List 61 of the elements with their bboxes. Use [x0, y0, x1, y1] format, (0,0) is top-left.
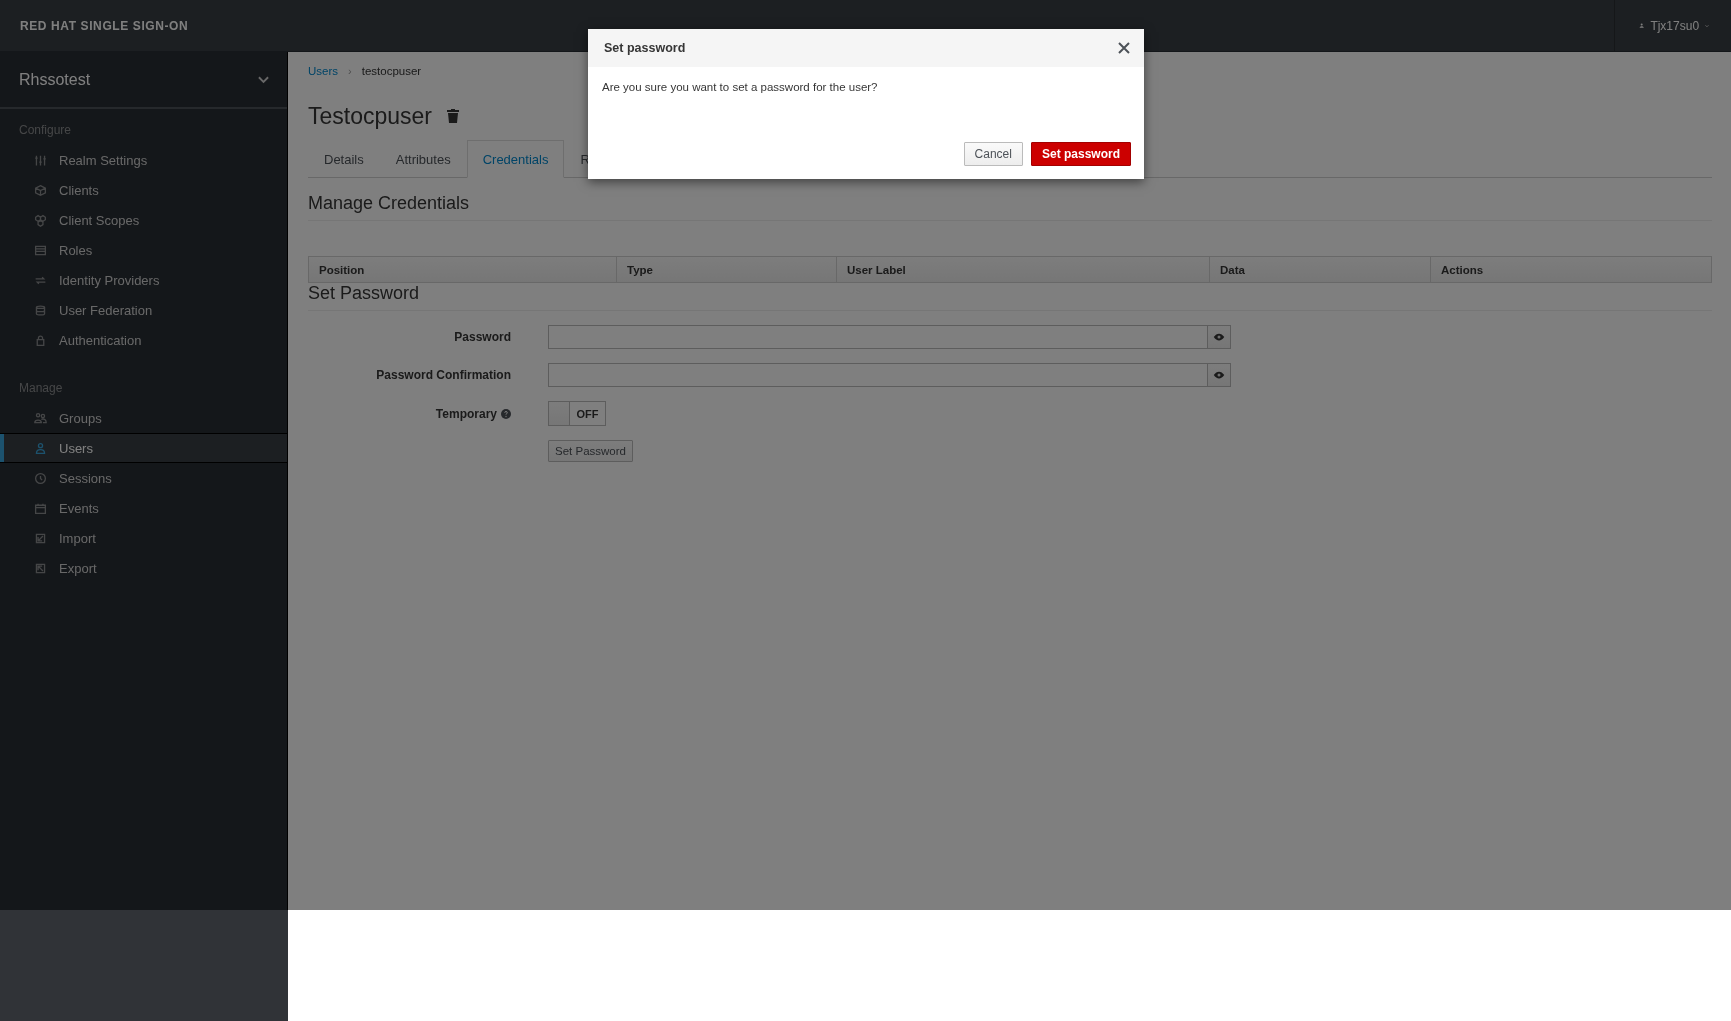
menu-icon: [34, 441, 47, 455]
brand-logo: RED HAT SINGLE SIGN-ON: [20, 18, 189, 33]
chevron-down-icon: [258, 75, 269, 84]
eye-icon: [1213, 333, 1225, 341]
field-label: Temporary: [435, 406, 497, 421]
dialog-title: Set password: [604, 41, 686, 55]
confirm-button[interactable]: Set password: [1030, 142, 1131, 166]
password-field[interactable]: [548, 363, 1208, 387]
column-header: User Label: [837, 257, 1210, 282]
tab[interactable]: Attributes: [379, 140, 467, 178]
section-heading: Manage Credentials: [308, 193, 1712, 221]
sidebar-item[interactable]: Import: [0, 523, 287, 553]
menu-icon: [34, 561, 47, 575]
menu-icon: [34, 243, 47, 257]
help-icon[interactable]: [501, 408, 511, 419]
sidebar-item[interactable]: Roles: [0, 235, 287, 265]
show-password-button[interactable]: [1208, 325, 1231, 349]
sidebar-item[interactable]: Clients: [0, 175, 287, 205]
menu-icon: [34, 531, 47, 545]
menu-icon: [34, 213, 47, 227]
sidebar-item[interactable]: Realm Settings: [0, 145, 287, 175]
breadcrumb-link[interactable]: Users: [308, 65, 339, 77]
menu-icon: [34, 501, 47, 515]
column-header: Actions: [1440, 262, 1485, 278]
sidebar-item[interactable]: Groups: [0, 403, 287, 433]
set-password-button[interactable]: Set Password: [548, 440, 633, 462]
menu-icon: [34, 183, 47, 197]
sidebar-item[interactable]: Export: [0, 553, 287, 583]
menu-icon: [34, 333, 47, 347]
breadcrumb-current: testocpuser: [361, 65, 422, 77]
column-header: Data: [1210, 257, 1431, 282]
sidebar-item[interactable]: Identity Providers: [0, 265, 287, 295]
menu-icon: [34, 303, 47, 317]
section-heading: Set Password: [308, 283, 1712, 311]
column-header: Type: [617, 257, 837, 282]
password-field[interactable]: [548, 325, 1208, 349]
close-icon: [1118, 42, 1130, 54]
sidebar-item[interactable]: Events: [0, 493, 287, 523]
close-button[interactable]: [1116, 40, 1132, 56]
toggle-switch[interactable]: OFF: [548, 401, 606, 426]
menu-icon: [34, 153, 47, 167]
sidebar-item[interactable]: Client Scopes: [0, 205, 287, 235]
cancel-button[interactable]: Cancel: [963, 142, 1023, 166]
page-title: Testocpuser: [308, 102, 432, 130]
field-label: Password: [454, 330, 511, 344]
eye-icon: [1213, 371, 1225, 379]
sidebar-item[interactable]: Authentication: [0, 325, 287, 355]
breadcrumb-separator: ›: [348, 65, 352, 77]
dialog-message: Are you sure you want to set a password for the user?: [602, 81, 879, 95]
menu-icon: [34, 411, 47, 425]
menu-icon: [34, 471, 47, 485]
show-password-button[interactable]: [1208, 363, 1231, 387]
column-header: Position: [309, 257, 617, 282]
user-menu[interactable]: Tjx17su0: [1614, 0, 1731, 51]
tab[interactable]: Credentials: [466, 140, 565, 178]
sidebar-item[interactable]: Sessions: [0, 463, 287, 493]
tab[interactable]: Details: [308, 140, 380, 178]
field-label: Password Confirmation: [376, 368, 511, 382]
sidebar-item[interactable]: Users: [0, 433, 287, 463]
trash-icon[interactable]: [446, 108, 460, 124]
sidebar-item[interactable]: User Federation: [0, 295, 287, 325]
